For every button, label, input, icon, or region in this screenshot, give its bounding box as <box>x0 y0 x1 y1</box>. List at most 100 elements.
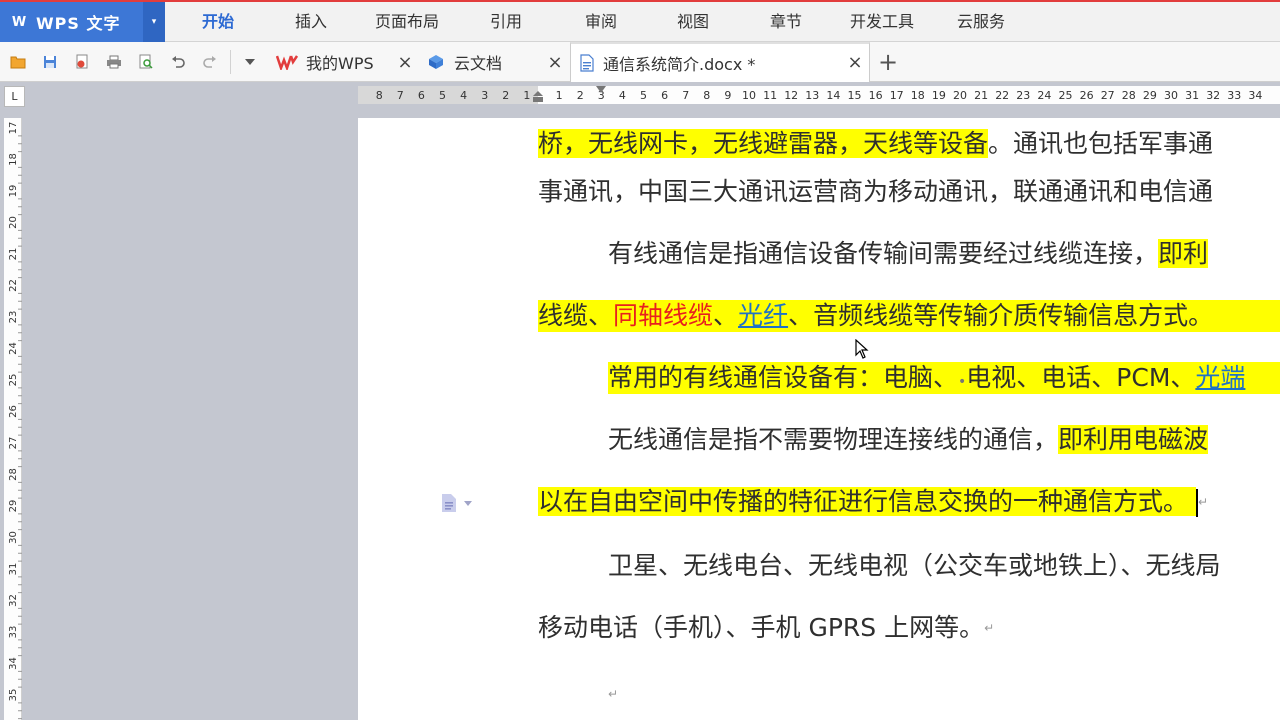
ruler-tick-label: 4 <box>460 89 467 102</box>
body-text: 移动电话（手机）、手机 GPRS 上网等。 <box>538 613 985 642</box>
ruler-tick-label: 31 <box>1185 89 1199 102</box>
mouse-pointer-icon <box>855 339 869 359</box>
menu-tab-view[interactable]: 视图 <box>677 2 709 42</box>
menu-bar: W WPS 文字 ▾ 开始 插入 页面布局 引用 审阅 视图 章节 开发工具 云… <box>0 0 1280 42</box>
save-icon[interactable] <box>40 52 60 72</box>
tab-label: 我的WPS <box>306 54 374 73</box>
menu-tab-insert[interactable]: 插入 <box>295 2 327 42</box>
ruler-tick-label: 10 <box>742 89 756 102</box>
text-line[interactable]: 以在自由空间中传播的特征进行信息交换的一种通信方式。 ↵ <box>538 486 1208 518</box>
export-pdf-icon[interactable] <box>72 52 92 72</box>
undo-icon[interactable] <box>168 52 188 72</box>
ruler-tick-label: 7 <box>397 89 404 102</box>
ruler-tick-label: 32 <box>1206 89 1220 102</box>
menu-tab-section[interactable]: 章节 <box>770 2 802 42</box>
body-text: 。通讯也包括军事通 <box>988 129 1214 158</box>
quick-access-dropdown-icon[interactable] <box>240 52 260 72</box>
paragraph-examples[interactable]: 卫星、无线电台、无线电视（公交车或地铁上）、无线局 <box>608 550 1221 582</box>
app-menu-dropdown-icon[interactable]: ▾ <box>143 2 165 42</box>
close-tab-cloud-docs-icon[interactable]: × <box>545 52 565 73</box>
vertical-ruler[interactable]: 17 18 19 20 21 22 23 24 25 26 27 28 29 30 31 32 33 34 35 <box>4 118 22 720</box>
tab-stop-selector[interactable]: L <box>4 86 25 107</box>
toolbar-separator <box>230 50 231 74</box>
ruler-tick-label: 20 <box>8 216 19 229</box>
first-line-indent-marker-icon[interactable] <box>594 86 608 96</box>
ruler-tick-label: 8 <box>376 89 383 102</box>
ruler-tick-label: 22 <box>8 279 19 292</box>
ruler-tick-label: 18 <box>911 89 925 102</box>
ruler-tick-label: 26 <box>1080 89 1094 102</box>
ruler-tick-label: 19 <box>932 89 946 102</box>
print-preview-icon[interactable] <box>136 52 156 72</box>
ruler-tick-label: 21 <box>974 89 988 102</box>
ruler-tick-label: 35 <box>8 689 19 702</box>
wps-logo-icon <box>276 54 298 70</box>
ruler-tick-label: 34 <box>1248 89 1262 102</box>
ruler-tick-label: 27 <box>8 437 19 450</box>
body-text: 事通讯，中国三大通讯运营商为移动通讯，联通通讯和电信通 <box>538 177 1214 206</box>
menu-tab-developer[interactable]: 开发工具 <box>850 2 914 42</box>
ruler-tick-label: 1 <box>556 89 563 102</box>
menu-tab-cloud[interactable]: 云服务 <box>957 2 1005 42</box>
ruler-tick-label: 28 <box>8 468 19 481</box>
ruler-tick-label: 15 <box>848 89 862 102</box>
new-tab-plus-icon[interactable]: + <box>876 48 900 76</box>
ruler-tick-label: 25 <box>8 374 19 387</box>
menu-tab-home[interactable]: 开始 <box>202 2 234 42</box>
paragraph-settings-icon[interactable] <box>438 490 478 516</box>
ruler-tick-label: 30 <box>1164 89 1178 102</box>
ruler-tick-label: 6 <box>418 89 425 102</box>
cloud-doc-icon <box>428 54 444 70</box>
text-line-highlighted[interactable]: 线缆、同轴线缆、光纤、音频线缆等传输介质传输信息方式。 <box>538 300 1280 332</box>
ruler-tick-label: 33 <box>1227 89 1241 102</box>
paragraph-mark: ↵ <box>608 687 619 701</box>
close-tab-current-document-icon[interactable]: × <box>845 52 865 73</box>
ruler-tick-label: 34 <box>8 657 19 670</box>
ruler-tick-label: 31 <box>8 563 19 576</box>
menu-tab-page-layout[interactable]: 页面布局 <box>375 2 439 42</box>
ruler-tick-label: 2 <box>502 89 509 102</box>
highlighted-text: 桥，无线网卡，无线避雷器，天线等设备 <box>538 129 989 158</box>
menu-tab-references[interactable]: 引用 <box>490 2 522 42</box>
ruler-tick-label: 19 <box>8 185 19 198</box>
ruler-tick-label: 25 <box>1059 89 1073 102</box>
open-folder-icon[interactable] <box>8 52 28 72</box>
red-text: 同轴线缆 <box>613 301 714 330</box>
ruler-tick-label: 22 <box>995 89 1009 102</box>
ruler-tick-label: 23 <box>1016 89 1030 102</box>
tab-current-document[interactable]: 通信系统简介.docx * <box>570 42 870 82</box>
ruler-tick-label: 17 <box>8 122 19 135</box>
paragraph-wireless[interactable]: 无线通信是指不需要物理连接线的通信，即利用电磁波 <box>608 424 1209 456</box>
close-tab-my-wps-icon[interactable]: × <box>395 52 415 73</box>
horizontal-ruler[interactable]: 8 7 6 5 4 3 2 1 1 2 3 4 5 6 7 8 9 10 11 12 13 14 15 16 17 18 19 20 2… <box>358 86 1280 104</box>
empty-paragraph[interactable]: ↵ <box>608 678 618 710</box>
hyperlink-optical[interactable]: 光端 <box>1195 363 1245 392</box>
ruler-tick-label: 13 <box>805 89 819 102</box>
menu-tab-review[interactable]: 审阅 <box>585 2 617 42</box>
document-page[interactable]: 桥，无线网卡，无线避雷器，天线等设备。通讯也包括军事通 事通讯，中国三大通讯运营… <box>358 118 1280 720</box>
paragraph-wired[interactable]: 有线通信是指通信设备传输间需要经过线缆连接，即利 <box>538 238 1209 270</box>
ruler-tick-label: 5 <box>439 89 446 102</box>
horizontal-ruler-ticks: 8 7 6 5 4 3 2 1 1 2 3 4 5 6 7 8 9 10 11 12 13 14 15 16 17 18 19 20 2… <box>376 89 1263 102</box>
vertical-ruler-ticks: 17 18 19 20 21 22 23 24 25 26 27 28 29 30 31 32 33 34 35 <box>8 122 22 720</box>
print-icon[interactable] <box>104 52 124 72</box>
ruler-tick-label: 8 <box>703 89 710 102</box>
text-line[interactable]: 桥，无线网卡，无线避雷器，天线等设备。通讯也包括军事通 <box>538 128 1213 160</box>
word-doc-icon <box>579 54 595 72</box>
wps-app-menu-button[interactable]: W WPS 文字 <box>0 2 143 42</box>
highlighted-text: 即利用电磁波 <box>1058 425 1209 454</box>
highlighted-text: 以在自由空间中传播的特征进行信息交换的一种通信方式。 <box>538 487 1197 516</box>
text-line[interactable]: 移动电话（手机）、手机 GPRS 上网等。↵ <box>538 612 994 644</box>
indent-marker-icon[interactable] <box>530 86 546 104</box>
body-text: 、音频线缆等传输介质传输信息方式。 <box>788 301 1214 330</box>
ruler-tick-label: 24 <box>1037 89 1051 102</box>
ruler-tick-label: 9 <box>724 89 731 102</box>
paragraph-wired-devices[interactable]: 常用的有线通信设备有：电脑、•电视、电话、PCM、光端 <box>608 362 1280 394</box>
app-name: WPS 文字 <box>36 14 121 33</box>
ruler-tick-label: 26 <box>8 405 19 418</box>
hyperlink-fiber[interactable]: 光纤 <box>738 301 788 330</box>
redo-icon[interactable] <box>200 52 220 72</box>
text-line[interactable]: 事通讯，中国三大通讯运营商为移动通讯，联通通讯和电信通 <box>538 176 1213 208</box>
body-text: 无线通信是指不需要物理连接线的通信， <box>608 425 1059 454</box>
wps-logo-icon: W <box>11 14 27 30</box>
